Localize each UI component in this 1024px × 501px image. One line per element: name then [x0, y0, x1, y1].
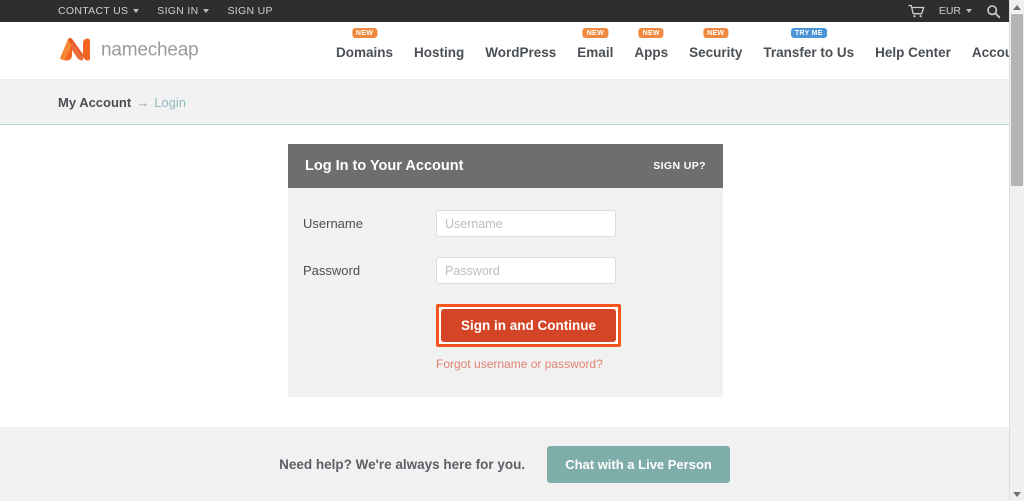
- nav-item-transfer-to-us[interactable]: TRY ME Transfer to Us: [763, 28, 855, 60]
- nav-label-transfer-to-us: Transfer to Us: [763, 45, 855, 60]
- username-label: Username: [303, 216, 363, 231]
- breadcrumb: My Account → Login: [0, 80, 1009, 125]
- username-input[interactable]: [436, 210, 616, 237]
- page-viewport: CONTACT US SIGN IN SIGN UP EUR namecheap…: [0, 0, 1024, 501]
- breadcrumb-current[interactable]: Login: [154, 95, 186, 110]
- badge-new: NEW: [638, 28, 664, 38]
- nav-label-apps: Apps: [634, 45, 669, 60]
- currency-selector[interactable]: EUR: [939, 5, 972, 17]
- nav-label-email: Email: [577, 45, 614, 60]
- namecheap-logo[interactable]: namecheap: [58, 35, 199, 66]
- sign-in-and-continue-button[interactable]: Sign in and Continue: [441, 309, 616, 342]
- contact-us-label: CONTACT US: [58, 5, 129, 17]
- sign-in-menu[interactable]: SIGN IN: [157, 5, 210, 17]
- breadcrumb-separator-icon: →: [136, 94, 150, 110]
- nav-item-wordpress[interactable]: WordPress: [485, 42, 556, 60]
- vertical-scrollbar[interactable]: [1009, 0, 1024, 501]
- main-content: Log In to Your Account SIGN UP? Username…: [0, 125, 1009, 426]
- nav-item-security[interactable]: NEW Security: [689, 28, 743, 60]
- brand-name: namecheap: [101, 39, 199, 61]
- password-label: Password: [303, 263, 361, 278]
- chevron-down-icon: [203, 9, 210, 13]
- currency-label: EUR: [938, 5, 961, 17]
- chevron-down-icon: [133, 9, 140, 13]
- nav-label-domains: Domains: [336, 45, 394, 60]
- nav-item-hosting[interactable]: Hosting: [414, 42, 464, 60]
- page-title: Log In to Your Account: [305, 158, 464, 174]
- sign-up-label: SIGN UP: [227, 5, 273, 17]
- password-row: Password: [288, 257, 723, 284]
- forgot-credentials-link[interactable]: Forgot username or password?: [436, 357, 723, 371]
- main-navbar: namecheap NEW Domains Hosting WordPress …: [0, 22, 1024, 80]
- badge-new: NEW: [703, 28, 729, 38]
- nav-label-security: Security: [689, 45, 743, 60]
- scroll-down-arrow-icon[interactable]: [1010, 487, 1024, 501]
- nav-item-apps[interactable]: NEW Apps: [634, 28, 669, 60]
- search-icon[interactable]: [986, 4, 1001, 19]
- namecheap-logo-icon: [58, 35, 92, 66]
- primary-nav: NEW Domains Hosting WordPress NEW Email …: [336, 22, 1024, 80]
- badge-new: NEW: [351, 28, 378, 38]
- nav-item-email[interactable]: NEW Email: [577, 28, 614, 60]
- top-utility-bar: CONTACT US SIGN IN SIGN UP EUR: [0, 0, 1009, 22]
- contact-us-menu[interactable]: CONTACT US: [58, 5, 140, 17]
- nav-label-wordpress: WordPress: [485, 45, 557, 60]
- username-row: Username: [288, 210, 723, 237]
- badge-new: NEW: [582, 28, 608, 38]
- badge-try-me: TRY ME: [790, 28, 827, 38]
- login-form: Username Password Sign in and Continue F…: [288, 188, 723, 397]
- breadcrumb-root[interactable]: My Account: [58, 95, 131, 110]
- password-input[interactable]: [436, 257, 616, 284]
- chevron-down-icon: [966, 9, 972, 13]
- submit-row: Sign in and Continue: [436, 304, 723, 347]
- browser-page: CONTACT US SIGN IN SIGN UP EUR namecheap…: [0, 0, 1024, 501]
- login-card-header: Log In to Your Account SIGN UP?: [288, 144, 723, 188]
- help-text: Need help? We're always here for you.: [279, 456, 526, 472]
- nav-item-help-center[interactable]: Help Center: [875, 42, 951, 60]
- nav-label-hosting: Hosting: [414, 45, 465, 60]
- scroll-up-arrow-icon[interactable]: [1010, 0, 1024, 14]
- chat-with-live-person-button[interactable]: Chat with a Live Person: [547, 445, 730, 483]
- highlight-annotation: Sign in and Continue: [436, 304, 621, 347]
- nav-item-domains[interactable]: NEW Domains: [336, 28, 394, 60]
- cart-icon[interactable]: [908, 4, 925, 18]
- help-footer: Need help? We're always here for you. Ch…: [0, 427, 1009, 501]
- login-card: Log In to Your Account SIGN UP? Username…: [288, 144, 723, 397]
- sign-in-label: SIGN IN: [157, 5, 199, 17]
- signup-link[interactable]: SIGN UP?: [653, 160, 706, 172]
- nav-label-help-center: Help Center: [875, 45, 951, 60]
- sign-up-link[interactable]: SIGN UP: [227, 5, 272, 17]
- scrollbar-thumb[interactable]: [1011, 14, 1023, 186]
- top-utility-right: EUR: [908, 0, 1001, 22]
